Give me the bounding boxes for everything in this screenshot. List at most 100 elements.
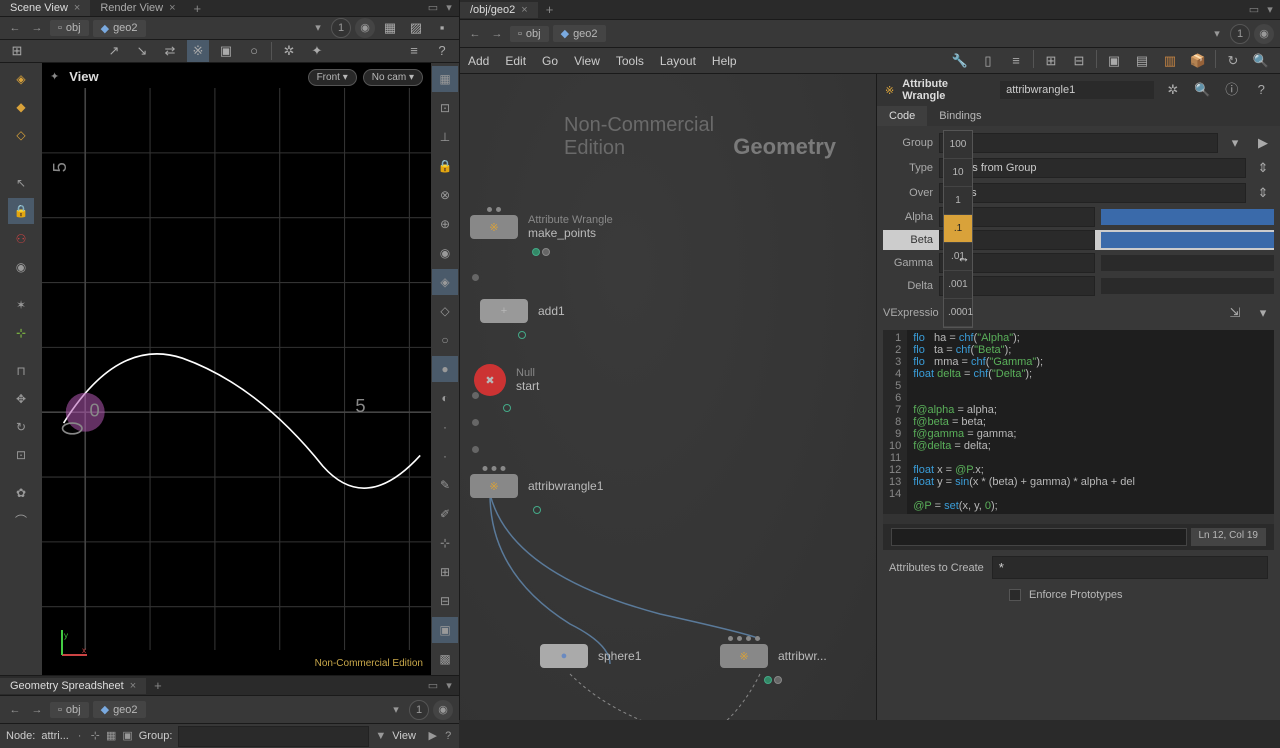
gamma-slider[interactable] — [1101, 255, 1274, 271]
enforce-checkbox[interactable] — [1009, 589, 1021, 601]
chevron-down-icon[interactable]: ▾ — [1208, 25, 1226, 43]
display-shade-icon[interactable]: ▣ — [432, 617, 458, 643]
grid-icon[interactable]: ⊞ — [6, 40, 28, 62]
display-e-icon[interactable]: ◇ — [432, 298, 458, 324]
tab-network[interactable]: /obj/geo2 × — [460, 2, 538, 18]
display-i-icon[interactable]: · — [432, 414, 458, 440]
close-icon[interactable]: × — [74, 2, 80, 14]
menu-help[interactable]: Help — [712, 54, 737, 68]
select-icon[interactable]: ▶ — [1252, 132, 1274, 154]
display-c-icon[interactable]: ◉ — [432, 240, 458, 266]
back-button[interactable]: ← — [466, 25, 484, 43]
magnet-icon[interactable]: ⊓ — [8, 358, 34, 384]
path-segment-obj[interactable]: ▫ obj — [50, 702, 89, 718]
display-wire-icon[interactable]: ▦ — [432, 66, 458, 92]
group-input[interactable] — [178, 726, 369, 747]
minimize-icon[interactable]: ▭ — [426, 679, 440, 693]
help-icon[interactable]: ? — [443, 727, 453, 745]
arc-icon[interactable]: ⌒ — [8, 508, 34, 534]
add-tab-button[interactable]: + — [146, 678, 170, 693]
display-normal-icon[interactable]: ⊥ — [432, 124, 458, 150]
attr-create-input[interactable] — [992, 556, 1268, 579]
alpha-slider[interactable] — [1101, 209, 1274, 225]
chevron-down-icon[interactable]: ▾ — [1252, 302, 1274, 324]
search-icon[interactable]: 🔍 — [1192, 79, 1213, 101]
display-h-icon[interactable]: ◐ — [432, 385, 458, 411]
display-f-icon[interactable]: ○ — [432, 327, 458, 353]
display-k-icon[interactable]: ✎ — [432, 472, 458, 498]
cube-icon[interactable]: ▦ — [379, 17, 401, 39]
node-start[interactable]: ✖ Null start — [474, 364, 539, 396]
pin-badge[interactable]: 1 — [1230, 24, 1250, 44]
list-icon[interactable]: ≡ — [1005, 50, 1027, 72]
display-d-icon[interactable]: ◈ — [432, 269, 458, 295]
ladder-point1[interactable]: .1 — [944, 215, 972, 243]
camera-dropdown[interactable]: Front ▾ — [308, 69, 357, 86]
swap-icon[interactable]: ⇄ — [159, 40, 181, 62]
refresh-icon[interactable]: ↻ — [1222, 50, 1244, 72]
ladder-point0001[interactable]: .0001 — [944, 299, 972, 327]
person-icon[interactable]: ⚇ — [8, 226, 34, 252]
snap-icon[interactable]: ↘ — [131, 40, 153, 62]
display-g-icon[interactable]: ● — [432, 356, 458, 382]
camlock-dropdown[interactable]: No cam ▾ — [363, 69, 423, 86]
status-input[interactable] — [891, 528, 1187, 546]
minimize-icon[interactable]: ▭ — [1247, 3, 1261, 17]
verts-icon[interactable]: ⊹ — [90, 727, 100, 745]
display-point-icon[interactable]: ⊡ — [432, 95, 458, 121]
display-j-icon[interactable]: · — [432, 443, 458, 469]
link-button[interactable]: ◉ — [1254, 24, 1274, 44]
forward-button[interactable]: → — [28, 19, 46, 37]
vex-editor[interactable]: 1234567891011121314 flo ha = chf("Alpha"… — [883, 330, 1274, 524]
display-n-icon[interactable]: ⊞ — [432, 559, 458, 585]
path-segment-geo[interactable]: ◆ geo2 — [553, 25, 606, 42]
grouptype-dropdown[interactable]: Guess from Group — [939, 158, 1246, 178]
add-tab-button[interactable]: + — [186, 1, 210, 16]
lock-icon[interactable]: 🔒 — [8, 198, 34, 224]
back-button[interactable]: ← — [6, 701, 24, 719]
delta-slider[interactable] — [1101, 278, 1274, 294]
tab-bindings[interactable]: Bindings — [927, 106, 993, 126]
ladder-100[interactable]: 100 — [944, 131, 972, 159]
back-button[interactable]: ← — [6, 19, 24, 37]
sliders-icon[interactable]: ≡ — [403, 40, 425, 62]
menu-layout[interactable]: Layout — [660, 54, 696, 68]
info-icon[interactable]: ⓘ — [1221, 79, 1242, 101]
menu-tools[interactable]: Tools — [616, 54, 644, 68]
ladder-10[interactable]: 10 — [944, 159, 972, 187]
square-icon[interactable]: ▪ — [431, 17, 453, 39]
expand-icon[interactable]: ⇲ — [1224, 302, 1246, 324]
forward-button[interactable]: → — [28, 701, 46, 719]
ladder-point001[interactable]: .001 — [944, 271, 972, 299]
node-make-points[interactable]: ※ Attribute Wrangle make_points — [470, 214, 613, 240]
code-body[interactable]: flo ha = chf("Alpha"); flo ta = chf("Bet… — [907, 330, 1274, 514]
gear-tool-icon[interactable]: ✿ — [8, 480, 34, 506]
camera-icon[interactable]: ✦ — [50, 70, 59, 83]
grid1-icon[interactable]: ⊞ — [1040, 50, 1062, 72]
move-icon[interactable]: ✥ — [8, 386, 34, 412]
display-a-icon[interactable]: ⊗ — [432, 182, 458, 208]
tab-render-view[interactable]: Render View × — [90, 0, 185, 16]
chevron-down-icon[interactable]: ▾ — [387, 701, 405, 719]
display-checker-icon[interactable]: ▩ — [432, 646, 458, 672]
chevron-updown-icon[interactable]: ⇕ — [1252, 182, 1274, 204]
node-sphere1[interactable]: ● sphere1 — [540, 644, 641, 668]
grid2-icon[interactable]: ⊟ — [1068, 50, 1090, 72]
circle-icon[interactable]: ○ — [243, 40, 265, 62]
display-o-icon[interactable]: ⊟ — [432, 588, 458, 614]
tab-geo-spreadsheet[interactable]: Geometry Spreadsheet × — [0, 678, 146, 694]
chevron-updown-icon[interactable]: ⇕ — [1252, 157, 1274, 179]
menu-go[interactable]: Go — [542, 54, 558, 68]
menu-view[interactable]: View — [574, 54, 600, 68]
arrow-icon[interactable]: ↗ — [103, 40, 125, 62]
link-button[interactable]: ◉ — [433, 700, 453, 720]
star-icon[interactable]: ✶ — [8, 292, 34, 318]
close-icon[interactable]: × — [130, 680, 136, 692]
add-tab-button[interactable]: + — [538, 2, 562, 17]
cube-add-icon[interactable]: ◇ — [8, 122, 34, 148]
gear-icon[interactable]: ✲ — [278, 40, 300, 62]
scale-icon[interactable]: ⊡ — [8, 442, 34, 468]
value-ladder[interactable]: 100 10 1 .1 .01 .001 .0001 — [943, 130, 973, 328]
axes-icon[interactable]: ⊹ — [8, 320, 34, 346]
operator-name-input[interactable] — [1000, 81, 1154, 99]
